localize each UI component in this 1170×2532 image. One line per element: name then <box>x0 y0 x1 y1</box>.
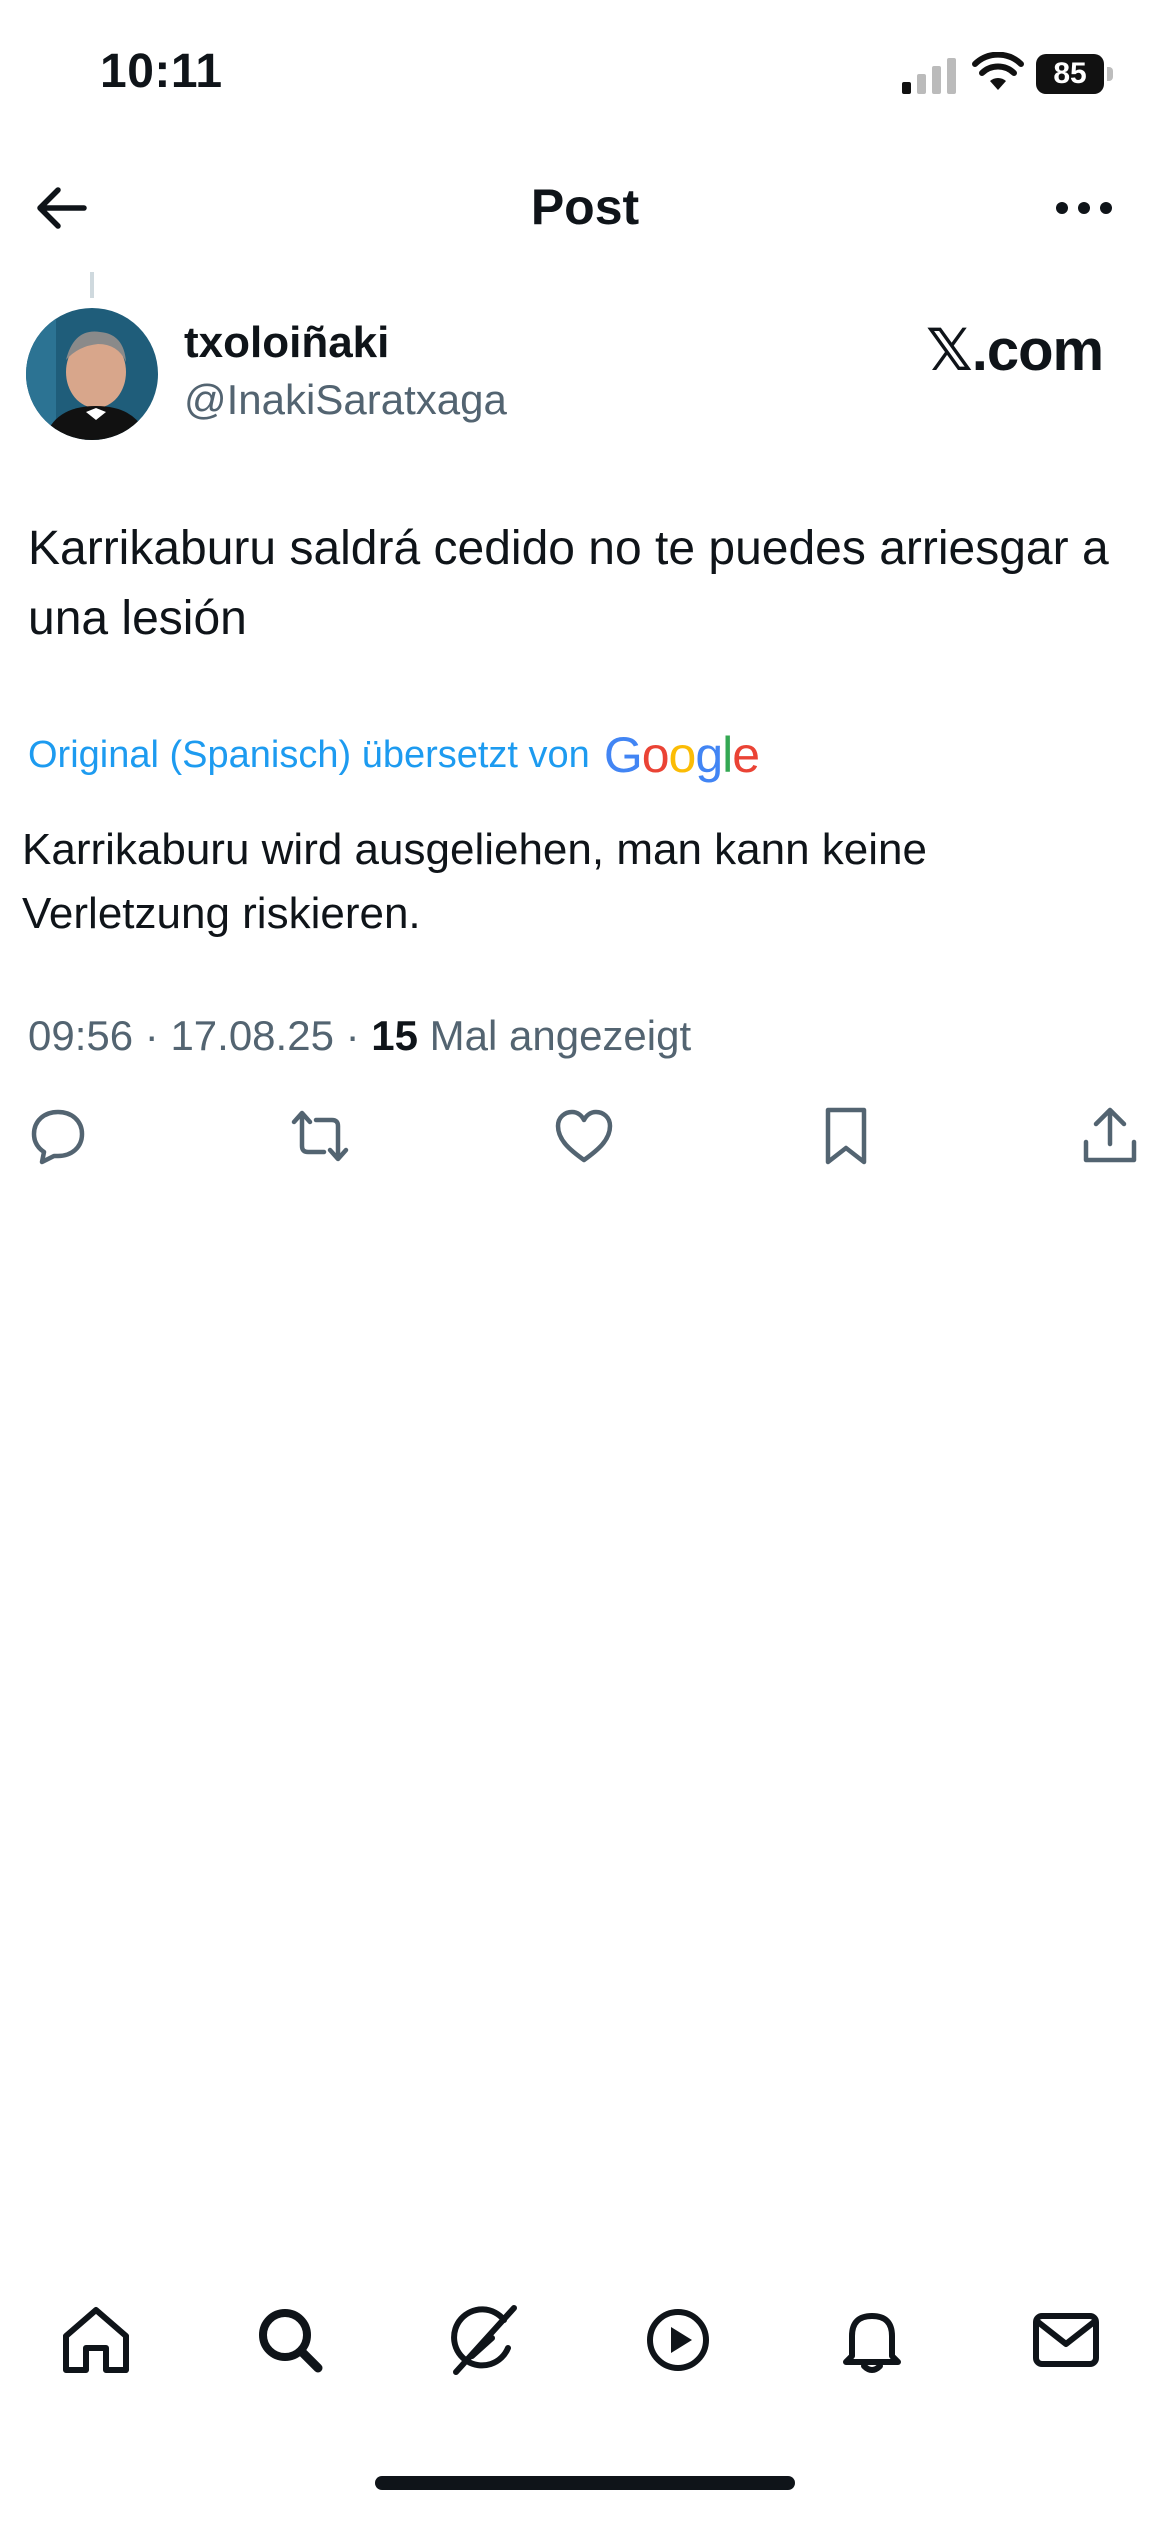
home-icon <box>63 2307 129 2373</box>
bookmark-button[interactable] <box>814 1104 878 1168</box>
share-icon <box>1083 1107 1137 1163</box>
repost-button[interactable] <box>288 1104 352 1168</box>
display-name[interactable]: txoloiñaki <box>184 318 389 368</box>
like-button[interactable] <box>552 1104 616 1168</box>
avatar-image <box>26 308 158 440</box>
post-time: 09:56 <box>28 1012 134 1059</box>
repost-icon <box>291 1110 349 1162</box>
messages-icon <box>1033 2313 1099 2367</box>
post-date: 17.08.25 <box>170 1012 334 1059</box>
post-detail-screen: 10:11 85 Post txoloiñaki @InakiSaratxaga… <box>0 0 1170 2532</box>
tab-video[interactable] <box>638 2300 718 2380</box>
share-button[interactable] <box>1078 1104 1142 1168</box>
wifi-icon <box>972 52 1024 90</box>
tab-home[interactable] <box>56 2300 136 2380</box>
more-horizontal-icon[interactable] <box>1052 188 1116 228</box>
translated-text: Karrikaburu wird ausgeliehen, man kann k… <box>22 825 927 938</box>
battery-tip <box>1107 67 1113 81</box>
home-indicator[interactable] <box>375 2476 795 2490</box>
header: Post <box>0 160 1170 250</box>
page-title: Post <box>530 179 640 235</box>
user-handle[interactable]: @InakiSaratxaga <box>184 376 507 424</box>
bottom-tab-bar <box>0 2300 1170 2400</box>
post-meta: 09:56 · 17.08.25 · 15 Mal angezeigt <box>28 1012 691 1060</box>
video-icon <box>647 2309 709 2371</box>
like-icon <box>555 1109 613 1163</box>
post-text: Karrikaburu saldrá cedido no te puedes a… <box>28 522 1109 645</box>
battery-icon: 85 <box>1036 54 1116 94</box>
tab-search[interactable] <box>250 2300 330 2380</box>
views-label: Mal angezeigt <box>429 1012 692 1059</box>
meta-separator: · <box>345 1012 372 1059</box>
thread-line <box>90 272 94 298</box>
tab-notifications[interactable] <box>832 2300 912 2380</box>
reply-button[interactable] <box>26 1104 90 1168</box>
views-count[interactable]: 15 <box>371 1012 418 1059</box>
translation-label: Original (Spanisch) übersetzt von <box>28 733 590 776</box>
translation-attribution[interactable]: Original (Spanisch) übersetzt von Google <box>28 726 760 784</box>
avatar[interactable] <box>26 308 158 440</box>
search-icon <box>259 2309 323 2373</box>
tab-grok[interactable] <box>444 2300 524 2380</box>
grok-icon <box>451 2305 517 2375</box>
notifications-icon <box>843 2313 901 2373</box>
reply-icon <box>31 1109 85 1165</box>
google-logo: Google <box>603 727 760 783</box>
status-time: 10:11 <box>100 45 223 98</box>
meta-separator: · <box>144 1012 171 1059</box>
status-bar: 10:11 85 <box>0 0 1170 150</box>
tab-messages[interactable] <box>1026 2300 1106 2380</box>
post-actions <box>0 1100 1170 1180</box>
battery-level: 85 <box>1036 54 1104 94</box>
signal-icon <box>902 58 956 94</box>
brand-logo: 𝕏.com <box>926 318 1104 383</box>
bookmark-icon <box>825 1107 867 1165</box>
